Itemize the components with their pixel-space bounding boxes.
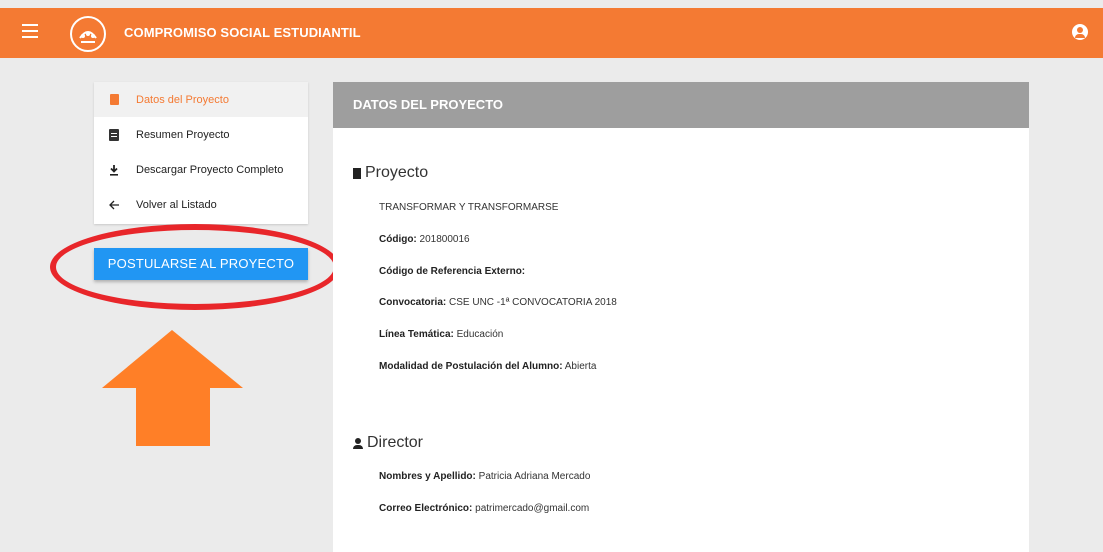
up-arrow-annotation <box>102 330 243 446</box>
hamburger-icon[interactable] <box>22 24 38 38</box>
field-value: 201800016 <box>416 234 470 245</box>
field-label: Código de Referencia Externo: <box>379 266 526 277</box>
field-codigo: Código: 201800016 <box>379 234 470 245</box>
field-label: Convocatoria: <box>379 297 447 308</box>
field-label: Modalidad de Postulación del Alumno: <box>379 361 563 372</box>
account-circle-icon[interactable] <box>1072 24 1088 40</box>
field-label: Código: <box>379 234 417 245</box>
bookmark-icon <box>353 167 361 179</box>
clipboard-icon <box>108 128 120 141</box>
section-director-title: Director <box>353 434 423 452</box>
arrow-left-icon <box>108 199 120 211</box>
field-codigo-referencia: Código de Referencia Externo: <box>379 266 525 277</box>
section-title-text: Proyecto <box>365 164 429 181</box>
highlight-ellipse <box>50 224 340 310</box>
field-modalidad: Modalidad de Postulación del Alumno: Abi… <box>379 361 596 372</box>
download-icon <box>108 164 120 176</box>
field-nombre: Nombres y Apellido: Patricia Adriana Mer… <box>379 471 590 482</box>
top-app-bar: COMPROMISO SOCIAL ESTUDIANTIL <box>0 8 1103 58</box>
sidebar-item-resumen[interactable]: Resumen Proyecto <box>94 117 308 152</box>
sidebar-item-label: Descargar Proyecto Completo <box>136 163 284 176</box>
field-convocatoria: Convocatoria: CSE UNC -1ª CONVOCATORIA 2… <box>379 297 617 308</box>
section-title-text: Director <box>367 434 424 451</box>
panel-header: DATOS DEL PROYECTO <box>333 82 1029 128</box>
field-label: Nombres y Apellido: <box>379 471 476 482</box>
side-menu: Datos del Proyecto Resumen Proyecto Desc… <box>94 82 308 224</box>
field-linea-tematica: Línea Temática: Educación <box>379 329 503 340</box>
field-value: Educación <box>453 329 504 340</box>
field-value: Patricia Adriana Mercado <box>475 471 591 482</box>
field-value: CSE UNC -1ª CONVOCATORIA 2018 <box>446 297 617 308</box>
app-logo <box>70 16 106 52</box>
sidebar-item-label: Volver al Listado <box>136 198 217 211</box>
section-proyecto-title: Proyecto <box>353 164 428 182</box>
sidebar-item-volver[interactable]: Volver al Listado <box>94 187 308 222</box>
field-label: Correo Electrónico: <box>379 503 473 514</box>
project-details-panel: DATOS DEL PROYECTO Proyecto TRANSFORMAR … <box>333 82 1029 552</box>
project-name: TRANSFORMAR Y TRANSFORMARSE <box>379 202 559 213</box>
sidebar-item-label: Resumen Proyecto <box>136 128 230 141</box>
sidebar-item-datos-proyecto[interactable]: Datos del Proyecto <box>94 82 308 117</box>
field-correo: Correo Electrónico: patrimercado@gmail.c… <box>379 503 589 514</box>
sidebar-item-descargar[interactable]: Descargar Proyecto Completo <box>94 152 308 187</box>
person-icon <box>353 437 363 449</box>
field-value: Abierta <box>562 361 597 372</box>
bookmark-icon <box>108 94 120 106</box>
sidebar-item-label: Datos del Proyecto <box>136 93 229 106</box>
field-label: Línea Temática: <box>379 329 454 340</box>
field-value: patrimercado@gmail.com <box>472 503 590 514</box>
app-title: COMPROMISO SOCIAL ESTUDIANTIL <box>124 25 361 40</box>
